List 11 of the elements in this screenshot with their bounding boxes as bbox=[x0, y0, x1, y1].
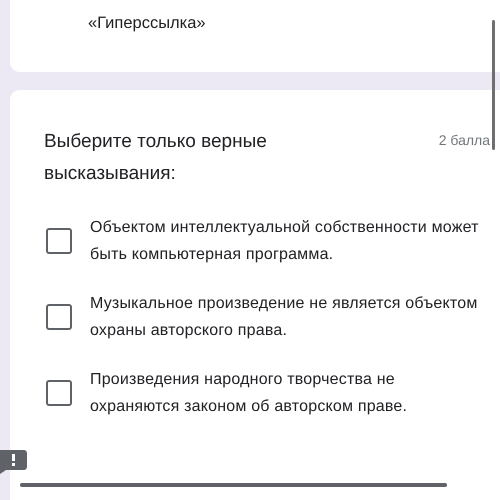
feedback-icon[interactable] bbox=[0, 448, 28, 474]
option-label: Произведения народного творчества не охраняются законом об авторском праве. bbox=[90, 370, 408, 417]
checkbox[interactable] bbox=[46, 304, 72, 330]
scrollbar[interactable] bbox=[492, 20, 495, 150]
question-title: Выберите только верные высказывания: bbox=[44, 130, 268, 186]
option-label: Музыкальное произведение не является объектом охраны авторского права. bbox=[90, 294, 479, 341]
checkbox[interactable] bbox=[46, 380, 72, 406]
points-label: 2 балла bbox=[438, 132, 490, 148]
checkbox[interactable] bbox=[46, 228, 72, 254]
option-label: Объектом интеллектуальной собственности может быть компьютерная программа. bbox=[90, 218, 480, 265]
answer-option-text: «Гиперссылка» bbox=[88, 14, 206, 32]
